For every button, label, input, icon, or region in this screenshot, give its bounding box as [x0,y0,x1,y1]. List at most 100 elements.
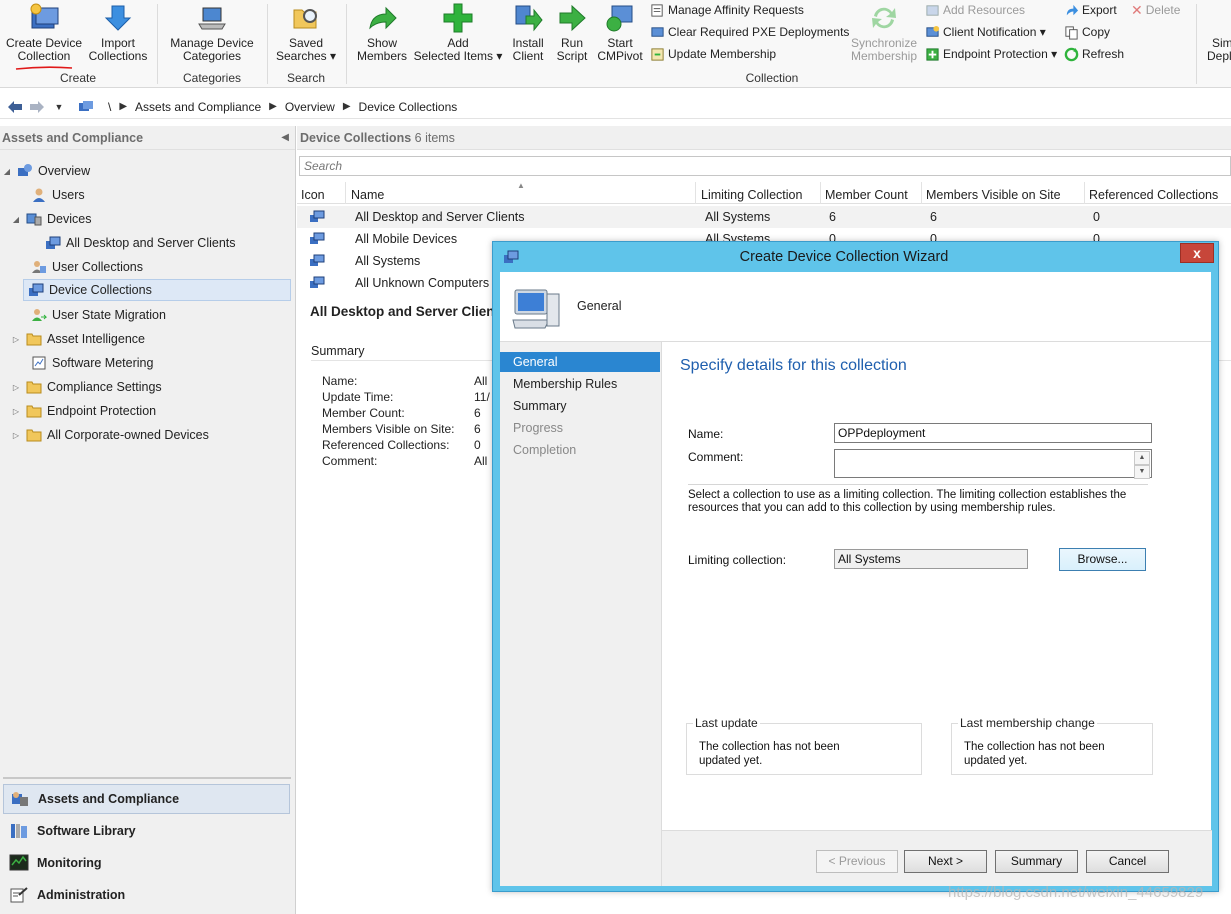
step-general[interactable]: General [500,352,660,372]
tree-item-compliance-settings[interactable]: ▷ Compliance Settings [11,376,162,398]
tree-item-software-metering[interactable]: Software Metering [16,352,153,374]
workspace-assets-and-compliance[interactable]: Assets and Compliance [3,784,290,814]
export-button[interactable]: Export [1064,1,1117,19]
column-icon[interactable]: Icon [297,182,346,204]
device-collection-icon [310,254,325,266]
collapsed-arrow-icon[interactable]: ▷ [11,383,21,392]
run-arrow-icon [559,4,586,32]
folder-icon [26,381,42,394]
close-button[interactable]: x [1180,243,1214,263]
tree-item-device-collections[interactable]: Device Collections [23,279,291,301]
wizard-steps: General Membership Rules Summary Progres… [500,342,661,886]
ribbon-separator [346,4,347,84]
device-collection-icon [46,236,61,249]
expand-arrow-icon[interactable]: ◢ [2,167,12,176]
breadcrumb-overview[interactable]: Overview [277,100,343,114]
cancel-button[interactable]: Cancel [1086,850,1169,873]
forward-arrow-icon[interactable] [26,96,48,118]
comment-scrollbar[interactable]: ▲ ▼ [1134,451,1150,479]
tree-item-users[interactable]: Users [16,184,85,206]
workspace-monitoring[interactable]: Monitoring [3,848,290,878]
next-button[interactable]: Next > [904,850,987,873]
run-script-button[interactable]: Run Script [552,2,592,63]
collapsed-arrow-icon[interactable]: ▷ [11,431,21,440]
back-arrow-icon[interactable] [4,96,26,118]
migration-icon [32,309,47,321]
refresh-button[interactable]: Refresh [1064,45,1124,63]
workspace-divider [3,777,291,779]
tree-item-devices[interactable]: ◢ Devices [11,208,92,230]
tree-item-user-state-migration[interactable]: User State Migration [16,304,166,326]
import-icon [104,5,132,31]
tree-item-user-collections[interactable]: User Collections [16,256,143,278]
manage-affinity-requests-button[interactable]: Manage Affinity Requests [650,1,804,19]
manage-device-categories-button[interactable]: Manage Device Categories [163,2,261,63]
summary-button[interactable]: Summary [995,850,1078,873]
console-icon [79,100,93,111]
scroll-up-icon[interactable]: ▲ [1134,451,1150,465]
breadcrumb-device-collections[interactable]: Device Collections [351,100,466,114]
collapsed-arrow-icon[interactable]: ▷ [11,407,21,416]
breadcrumb-separator-icon: ▶ [342,101,351,112]
endpoint-protection-button[interactable]: Endpoint Protection ▾ [925,45,1057,63]
row-name: All Unknown Computers [355,276,490,290]
column-members-visible[interactable]: Members Visible on Site [922,182,1085,204]
row-name: All Systems [355,254,421,268]
synchronize-membership-button[interactable]: Synchronize Membership [848,2,920,63]
previous-button[interactable]: < Previous [816,850,898,873]
show-members-button[interactable]: Show Members [352,2,412,63]
scroll-down-icon[interactable]: ▼ [1134,465,1150,479]
breadcrumb-separator-icon: ▶ [119,101,128,112]
divider [688,484,1148,485]
update-membership-button[interactable]: Update Membership [650,45,776,63]
start-cmpivot-button[interactable]: Start CMPivot [594,2,646,63]
row-limiting: All Systems [705,210,771,224]
detail-summary-tab[interactable]: Summary [311,344,364,358]
clear-pxe-deployments-button[interactable]: Clear Required PXE Deployments [650,23,849,41]
column-member-count[interactable]: Member Count [821,182,922,204]
add-resources-button[interactable]: Add Resources [925,1,1025,19]
workspace-software-library[interactable]: Software Library [3,816,290,846]
tree-item-all-desktop-server-clients[interactable]: All Desktop and Server Clients [30,232,236,254]
create-device-collection-button[interactable]: Create Device Collection [4,2,84,63]
column-referenced-collections[interactable]: Referenced Collections [1085,182,1231,204]
breadcrumb-root[interactable]: \ [94,100,119,114]
row-count: 6 [829,210,836,224]
search-input[interactable]: Search [299,156,1231,176]
name-field[interactable]: OPPdeployment [834,423,1152,443]
collapse-pane-icon[interactable]: ◀ [281,126,289,150]
expand-arrow-icon[interactable]: ◢ [11,215,21,224]
delete-button[interactable]: ✕ Delete [1131,1,1180,19]
row-visible: 6 [930,210,937,224]
browse-button[interactable]: Browse... [1059,548,1146,571]
simulate-deployment-button[interactable]: Sim Depl [1203,2,1231,63]
column-name[interactable]: Name ▲ [347,181,696,204]
table-row[interactable]: All Desktop and Server Clients All Syste… [297,206,1231,228]
column-limiting-collection[interactable]: Limiting Collection [697,182,821,204]
client-notification-button[interactable]: Client Notification ▾ [925,23,1046,41]
history-dropdown-icon[interactable]: ▼ [48,96,70,118]
green-arrow-icon [369,6,397,30]
install-client-button[interactable]: Install Client [504,2,552,63]
wizard-page: Specify details for this collection Name… [661,342,1212,886]
last-membership-change-title: Last membership change [958,716,1097,730]
wizard-banner-title: General [577,299,622,313]
tree-item-overview[interactable]: ◢ Overview [2,160,90,182]
refresh-icon [1064,47,1079,61]
limiting-collection-label: Limiting collection: [688,553,787,567]
breadcrumb-assets[interactable]: Assets and Compliance [127,100,269,114]
copy-button[interactable]: Copy [1064,23,1110,41]
workspace-administration[interactable]: Administration [3,880,290,910]
collapsed-arrow-icon[interactable]: ▷ [11,335,21,344]
saved-searches-button[interactable]: Saved Searches ▾ [272,2,340,63]
import-collections-button[interactable]: Import Collections [84,2,152,63]
comment-field[interactable]: ▲ ▼ [834,449,1152,479]
update-membership-icon [651,47,664,61]
tree-item-all-corporate-owned-devices[interactable]: ▷ All Corporate-owned Devices [11,424,209,446]
detail-value: 6 [474,406,481,420]
step-membership-rules[interactable]: Membership Rules [500,374,660,394]
add-selected-items-button[interactable]: Add Selected Items ▾ [412,2,504,63]
tree-item-asset-intelligence[interactable]: ▷ Asset Intelligence [11,328,145,350]
step-summary[interactable]: Summary [500,396,660,416]
tree-item-endpoint-protection[interactable]: ▷ Endpoint Protection [11,400,156,422]
